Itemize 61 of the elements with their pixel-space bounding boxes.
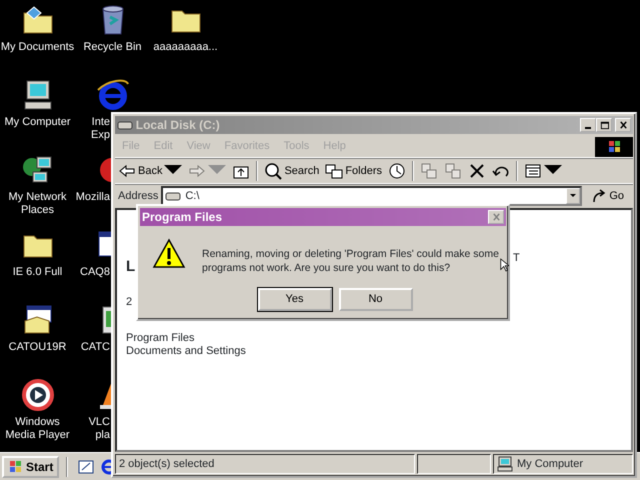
close-button[interactable] [615,118,631,132]
dialog-message: Renaming, moving or deleting 'Program Files' could make some programs not work. Are you sure you want to do this? [202,247,500,275]
windows-logo-icon [595,136,633,156]
drive-icon [165,190,182,202]
pane-heading: L [126,257,136,277]
window-title: Local Disk (C:) [136,117,220,134]
start-button[interactable]: Start [2,456,60,478]
file-name[interactable]: Documents and Settings [126,345,246,358]
caret-icon [570,194,576,198]
yes-button[interactable]: Yes [258,288,332,311]
back-icon [118,162,136,180]
pane-text: T [513,251,520,266]
delete-icon [468,162,486,180]
go-button[interactable]: Go [585,186,630,206]
address-label: Address [118,188,158,204]
close-icon [492,212,500,222]
minimize-icon [585,127,592,129]
icon-label: aaaaaaaaa... [153,41,218,54]
forward-icon [188,162,206,180]
icon-label: CATC [80,341,110,354]
media-icon[interactable] [20,378,54,412]
icon-label: CAQ8 [79,266,110,279]
icon-label: My Network Places [7,191,68,217]
folders-button[interactable]: Folders [322,160,386,182]
folders-icon [325,162,344,180]
go-arrow-icon [591,188,608,204]
icon-label: VLC pla [88,416,110,442]
dropdown-button[interactable] [566,188,580,204]
pane-info: 2 [126,295,132,310]
file-name[interactable]: Program Files [126,332,246,345]
minimize-button[interactable] [580,118,596,132]
copy-to-icon [444,162,462,180]
icon-label: My Computer [4,116,71,129]
drive-icon [117,119,133,131]
search-button[interactable]: Search [261,160,322,182]
computer-icon [497,456,513,472]
status-pane: 2 object(s) selected [115,454,415,474]
browser-icon[interactable] [96,78,130,112]
status-text: My Computer [517,456,584,472]
views-icon [524,162,542,180]
icon-label: CATOU19R [8,341,66,354]
browser-icon [101,458,112,474]
address-field[interactable]: C:\ [161,186,582,206]
icon-label: My Documents [0,41,74,54]
icon-label: Recycle Bin [83,41,142,54]
icon-label: IE 6.0 Full [12,266,62,279]
maximize-icon [600,120,609,130]
no-button[interactable]: No [338,288,412,311]
maximize-button[interactable] [596,118,612,132]
move-to-icon [420,162,438,180]
icon-label: Mozilla [75,191,110,204]
close-icon [618,120,628,130]
dialog-title: Program Files [142,209,222,226]
windows-logo-icon [8,458,24,474]
desktop-icon [77,458,96,476]
history-icon [388,162,406,180]
back-button[interactable]: Back [115,160,186,182]
icon-label: Inte Exp [90,116,110,142]
warning-icon [152,238,186,270]
icon-label: Windows Media Player [4,416,71,442]
search-icon [264,162,282,180]
